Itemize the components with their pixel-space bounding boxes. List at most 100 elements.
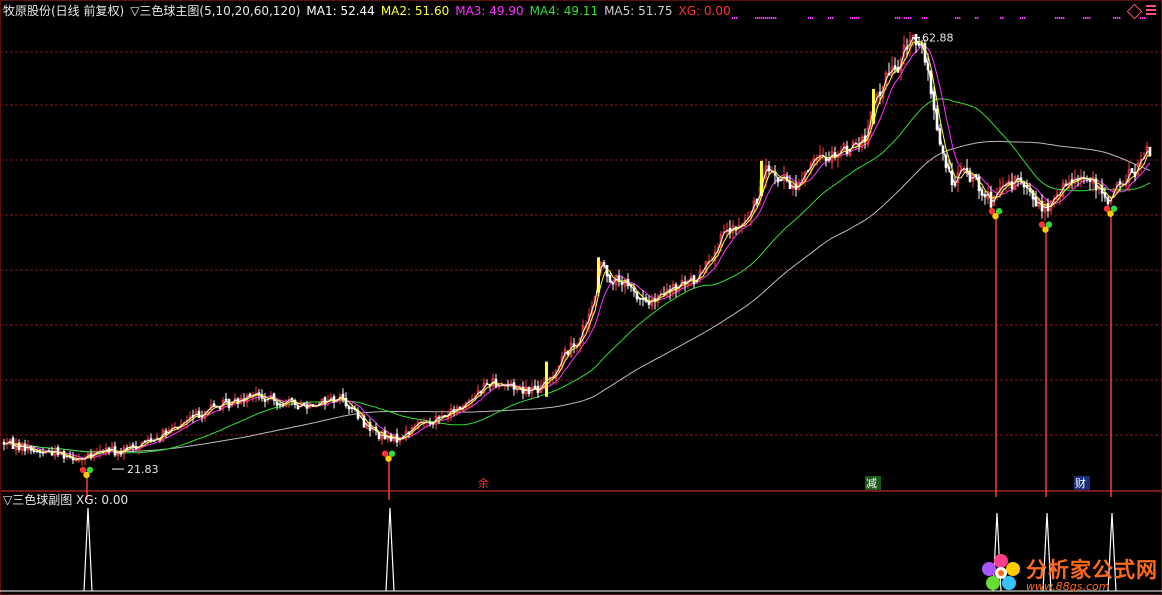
top-dot-markers (732, 17, 1146, 19)
top-dot (765, 17, 767, 19)
ma4-value: MA4: 49.11 (529, 4, 599, 18)
ma2-line (3, 40, 1151, 460)
top-dot (897, 17, 899, 19)
indicator-name[interactable]: ▽三色球主图(5,10,20,60,120) (130, 4, 300, 18)
grid-lines (0, 0, 1162, 595)
top-dot (773, 17, 775, 19)
top-dot (854, 17, 856, 19)
top-dot (975, 17, 977, 19)
top-dot (1089, 17, 1091, 19)
top-dot (977, 17, 979, 19)
ma1-line (3, 36, 1151, 461)
top-dot (926, 17, 928, 19)
top-dot (1002, 17, 1004, 19)
top-dot (771, 17, 773, 19)
top-dot (852, 17, 854, 19)
candle-body (218, 407, 222, 410)
top-dot (957, 17, 959, 19)
top-dot (850, 17, 852, 19)
top-dot (1115, 17, 1117, 19)
ma2-value: MA2: 51.60 (380, 4, 450, 18)
ma4-line (3, 98, 1151, 454)
signal-ball-yellow (385, 455, 392, 462)
top-dot (1085, 17, 1087, 19)
top-dot (1063, 17, 1065, 19)
site-logo: 分析家公式网 www.88gs.com (980, 553, 1158, 593)
ma3-path (3, 44, 1151, 459)
candle-body (56, 447, 60, 456)
high-price-label: 62.88 (922, 32, 954, 45)
event-marker: 财 (1075, 476, 1086, 490)
top-dot (830, 17, 832, 19)
top-dot (1119, 17, 1121, 19)
top-dot (767, 17, 769, 19)
top-dot (828, 17, 830, 19)
top-dot (1000, 17, 1002, 19)
top-dot (810, 17, 812, 19)
top-dot (761, 17, 763, 19)
diamond-icon[interactable] (1126, 3, 1143, 20)
top-dot (910, 17, 912, 19)
xg-value: XG: 0.00 (678, 4, 731, 18)
ma1-path (3, 36, 1151, 461)
top-dot (906, 17, 908, 19)
top-dot (757, 17, 759, 19)
main-chart-header: 牧原股份(日线 前复权) ▽三色球主图(5,10,20,60,120) MA1: 5… (3, 3, 737, 19)
logo-name: 分析家公式网 (1026, 558, 1158, 582)
kline-chart[interactable]: 21.83 62.88 余 减 财 (0, 0, 1162, 595)
low-price-label: 21.83 (127, 463, 159, 476)
top-dot (1022, 17, 1024, 19)
ma1-value: MA1: 52.44 (306, 4, 375, 18)
top-dot (812, 17, 814, 19)
menu-icon[interactable] (1146, 5, 1156, 15)
top-dot (759, 17, 761, 19)
top-dot (808, 17, 810, 19)
top-dot (959, 17, 961, 19)
ma5-value: MA5: 51.75 (604, 4, 673, 18)
sub-chart-header[interactable]: ▽三色球副图 XG: 0.00 (3, 492, 128, 508)
chart-corner-controls (1126, 3, 1156, 20)
top-dot (1059, 17, 1061, 19)
top-dot (1083, 17, 1085, 19)
top-dot (1117, 17, 1119, 19)
signal-ball-yellow (83, 471, 90, 479)
top-dot (924, 17, 926, 19)
signal-ball-yellow (1107, 210, 1114, 217)
xg-spike (83, 507, 93, 592)
event-marker: 减 (866, 477, 877, 490)
top-dot (755, 17, 757, 19)
top-dot (955, 17, 957, 19)
ma4-path (3, 98, 1151, 454)
xg-spike (385, 507, 395, 592)
top-dot (1055, 17, 1057, 19)
chart-border (0, 0, 1162, 595)
top-dot (832, 17, 834, 19)
top-dot (763, 17, 765, 19)
top-dot (922, 17, 924, 19)
flower-logo-icon (982, 554, 1020, 590)
limit-up-candle (545, 361, 548, 397)
signal-ball-yellow (992, 212, 999, 220)
signal-layer (79, 205, 1118, 500)
top-dot (769, 17, 771, 19)
top-dot (775, 17, 777, 19)
ma2-path (3, 40, 1151, 460)
stock-title[interactable]: 牧原股份(日线 前复权) (3, 4, 124, 18)
ma3-value: MA3: 49.90 (455, 4, 524, 18)
top-dot (858, 17, 860, 19)
candlestick-series (2, 31, 1152, 466)
event-marker: 余 (478, 476, 489, 490)
top-dot (1057, 17, 1059, 19)
top-dot (904, 17, 906, 19)
top-dot (895, 17, 897, 19)
top-dot (908, 17, 910, 19)
top-dot (1113, 17, 1115, 19)
signal-ball-yellow (1042, 226, 1049, 233)
top-dot (1061, 17, 1063, 19)
top-dot (899, 17, 901, 19)
logo-url: www.88gs.com (1026, 580, 1110, 593)
ma3-line (3, 44, 1151, 459)
top-dot (856, 17, 858, 19)
top-dot (1087, 17, 1089, 19)
top-dot (1020, 17, 1022, 19)
